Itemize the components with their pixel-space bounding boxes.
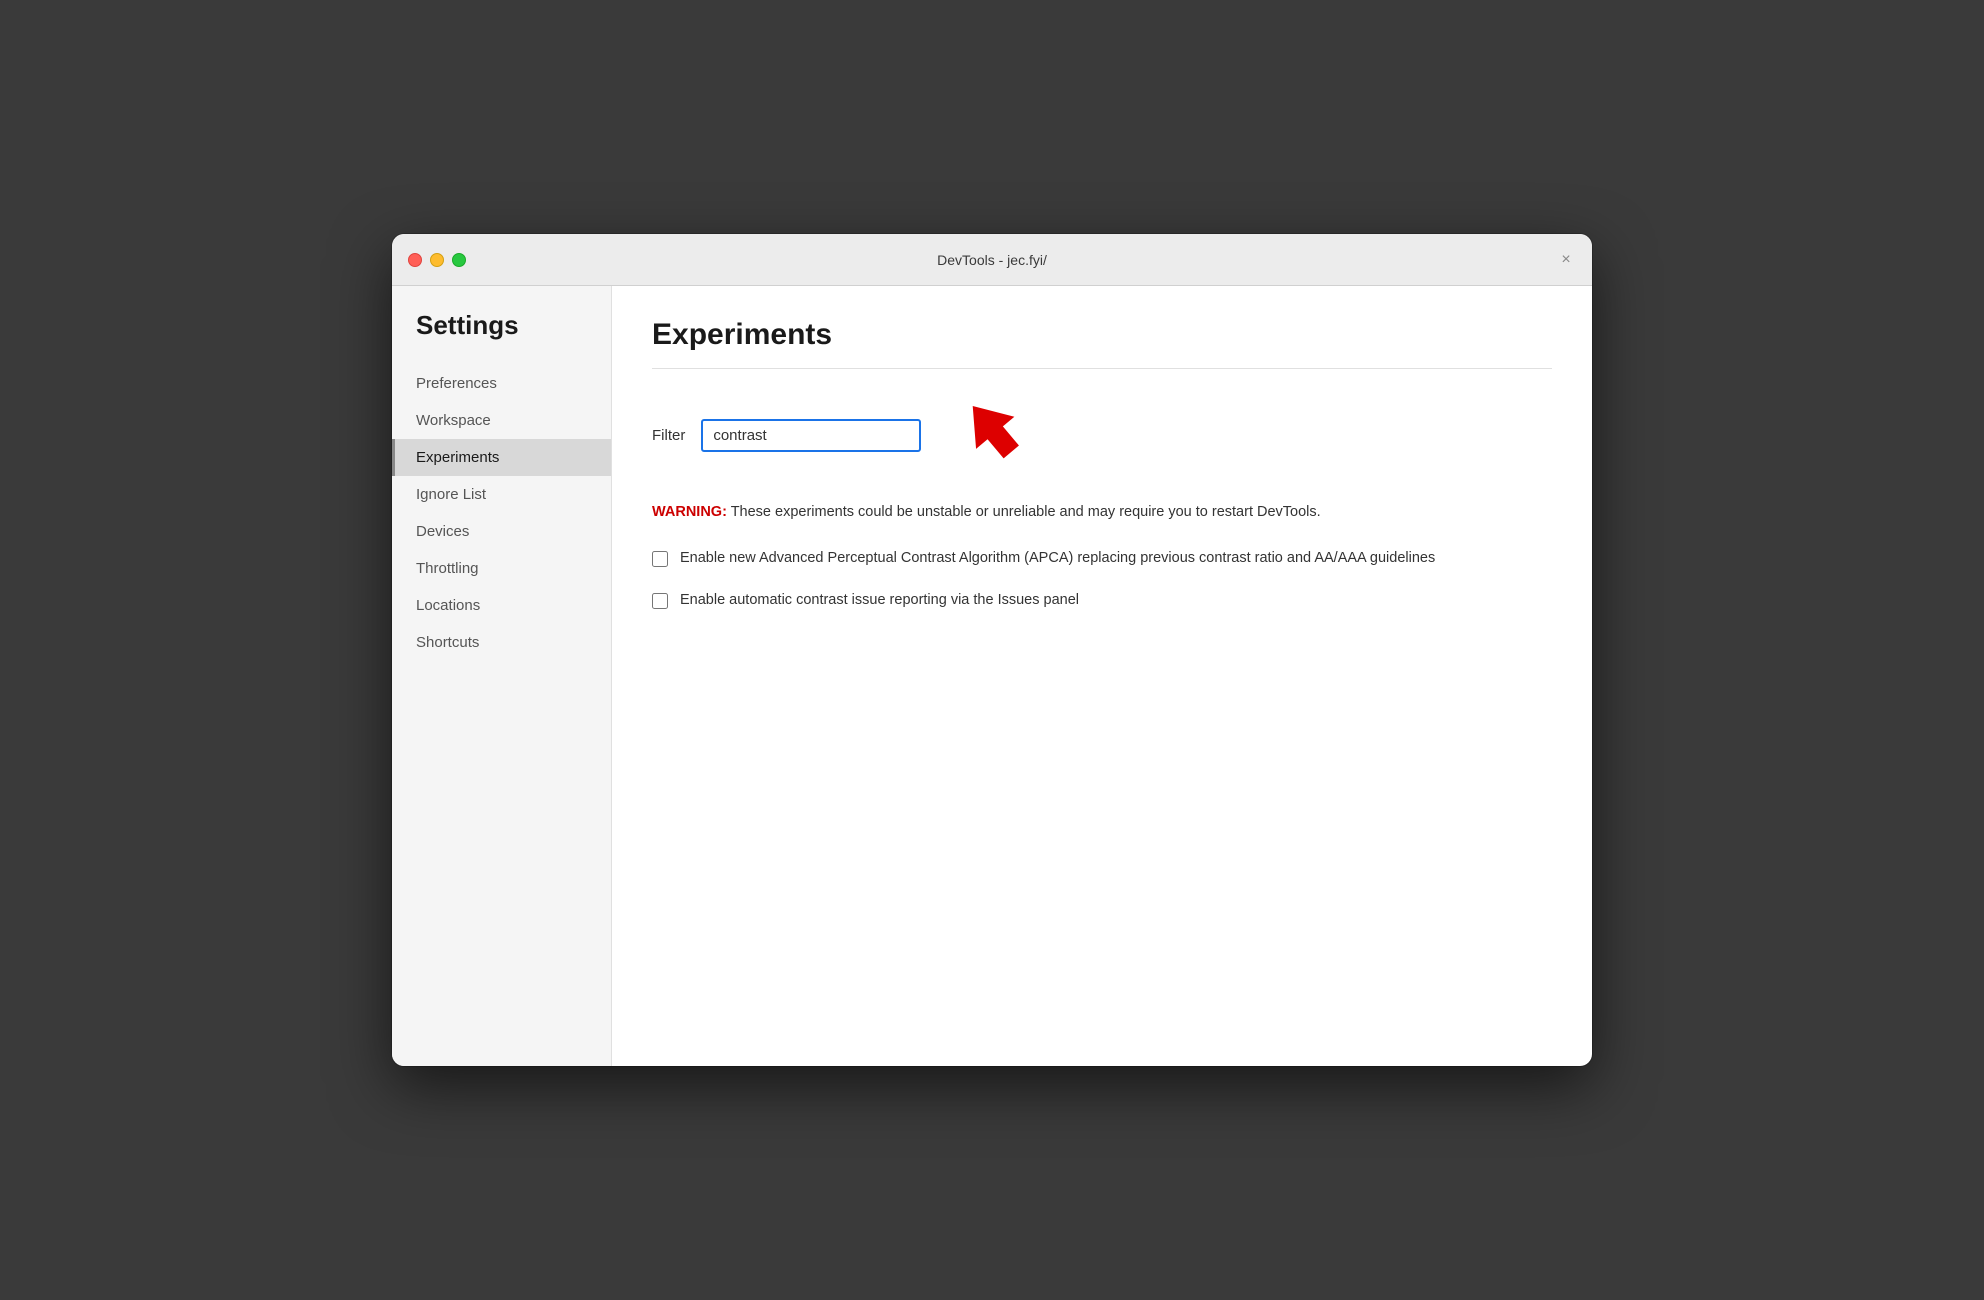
sidebar-item-throttling[interactable]: Throttling [392, 550, 611, 587]
section-divider [652, 368, 1552, 369]
sidebar-item-preferences[interactable]: Preferences [392, 365, 611, 402]
minimize-button[interactable] [430, 253, 444, 267]
sidebar-item-experiments[interactable]: Experiments [392, 439, 611, 476]
sidebar-item-shortcuts[interactable]: Shortcuts [392, 624, 611, 661]
filter-input[interactable] [701, 419, 921, 452]
contrast-reporting-label: Enable automatic contrast issue reportin… [680, 590, 1079, 612]
warning-label: WARNING: [652, 504, 727, 520]
sidebar-item-ignore-list[interactable]: Ignore List [392, 476, 611, 513]
arrow-indicator [947, 389, 1037, 474]
sidebar-item-workspace[interactable]: Workspace [392, 402, 611, 439]
content-area: Settings Preferences Workspace Experimen… [392, 286, 1592, 1066]
sidebar-item-locations[interactable]: Locations [392, 587, 611, 624]
main-panel: Experiments Filter WARNING: These experi… [612, 286, 1592, 1066]
checkbox-apca: Enable new Advanced Perceptual Contrast … [652, 548, 1552, 570]
traffic-lights [408, 253, 466, 267]
window-close-icon[interactable]: × [1556, 250, 1576, 270]
close-button[interactable] [408, 253, 422, 267]
sidebar: Settings Preferences Workspace Experimen… [392, 286, 612, 1066]
warning-box: WARNING: These experiments could be unst… [652, 502, 1552, 524]
checkbox-contrast-reporting: Enable automatic contrast issue reportin… [652, 590, 1552, 612]
sidebar-item-devices[interactable]: Devices [392, 513, 611, 550]
warning-text: WARNING: These experiments could be unst… [652, 502, 1552, 524]
devtools-window: DevTools - jec.fyi/ × Settings Preferenc… [392, 234, 1592, 1066]
filter-label: Filter [652, 427, 685, 444]
page-title: Experiments [652, 318, 1552, 352]
window-title: DevTools - jec.fyi/ [937, 252, 1047, 268]
apca-checkbox[interactable] [652, 551, 668, 567]
apca-label: Enable new Advanced Perceptual Contrast … [680, 548, 1435, 570]
contrast-reporting-checkbox[interactable] [652, 593, 668, 609]
titlebar: DevTools - jec.fyi/ × [392, 234, 1592, 286]
sidebar-heading: Settings [392, 310, 611, 365]
filter-row: Filter [652, 393, 1552, 478]
maximize-button[interactable] [452, 253, 466, 267]
